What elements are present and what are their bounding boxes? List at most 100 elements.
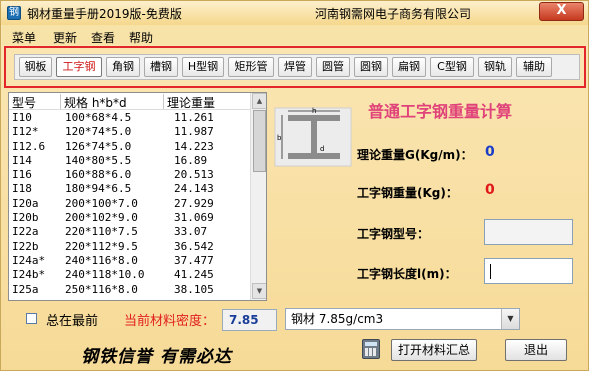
always-on-top-checkbox[interactable] [26,313,37,324]
diagram-label-h: h [312,107,316,115]
table-row[interactable]: I10 100*68*4.5 11.261 [9,111,250,125]
scroll-thumb[interactable] [253,110,266,172]
slogan: 钢铁信誉 有需必达 [81,347,232,367]
table-row[interactable]: I22a 220*110*7.5 33.07 [9,225,250,239]
cell-spec: 120*74*5.0 [65,125,132,139]
diagram-label-d: d [320,145,324,153]
cell-spec: 140*80*5.5 [65,153,132,167]
cell-model: I14 [12,153,32,167]
cell-spec: 160*88*6.0 [65,168,132,182]
tab-angle-steel[interactable]: 角钢 [106,57,140,77]
menu-item-help[interactable]: 帮助 [129,29,153,46]
cell-weight: 14.223 [174,139,214,153]
cell-model: I24b* [12,268,46,282]
tab-channel-steel[interactable]: 槽钢 [144,57,178,77]
cell-spec: 180*94*6.5 [65,182,132,196]
material-select[interactable]: 钢材 7.85g/cm3 ▼ [285,308,520,330]
chevron-down-icon[interactable]: ▼ [501,309,519,329]
tab-i-beam[interactable]: 工字钢 [56,57,102,77]
calc-panel: 普通工字钢重量计算 h b d 理论重量G(Kg/m)： 0 工字钢重量(Kg)… [271,89,586,304]
cell-spec: 200*100*7.0 [65,196,138,210]
cell-spec: 220*110*7.5 [65,225,138,239]
steel-type-tab-frame: 钢板 工字钢 角钢 槽钢 H型钢 矩形管 焊管 圆管 圆钢 扁钢 C型钢 钢轨 … [4,46,586,88]
always-on-top-label[interactable]: 总在最前 [46,310,98,329]
tab-rect-tube[interactable]: 矩形管 [228,57,274,77]
table-row[interactable]: I24b* 240*118*10.0 41.245 [9,268,250,282]
tab-c-steel[interactable]: C型钢 [430,57,474,77]
close-button[interactable]: X [539,2,584,21]
density-value: 7.85 [222,309,277,331]
cell-weight: 31.069 [174,211,214,225]
scroll-down-icon[interactable]: ▼ [252,283,266,299]
calc-title: 普通工字钢重量计算 [368,102,513,121]
tab-steel-rail[interactable]: 钢轨 [478,57,512,77]
tab-h-beam[interactable]: H型钢 [182,57,224,77]
theory-weight-label: 理论重量G(Kg/m)： [357,148,473,162]
list-header: 型号 规格 h*b*d 理论重量 [9,93,250,110]
cell-model: I16 [12,168,32,182]
cell-model: I12.6 [12,139,46,153]
cell-weight: 41.245 [174,268,214,282]
total-weight-value: 0 [485,182,495,198]
text-caret [490,264,491,279]
cell-model: I10 [12,111,32,124]
cell-weight: 38.105 [174,282,214,296]
tab-auxiliary[interactable]: 辅助 [516,57,552,77]
open-summary-button[interactable]: 打开材料汇总 [391,339,477,361]
table-row[interactable]: I14 140*80*5.5 16.89 [9,154,250,168]
list-scrollbar[interactable]: ▲ ▼ [250,93,266,300]
model-label: 工字钢型号： [357,227,430,241]
cell-model: I24a* [12,253,46,267]
cell-spec: 240*118*10.0 [65,268,145,282]
table-row[interactable]: I20a 200*100*7.0 27.929 [9,197,250,211]
cell-weight: 11.261 [174,111,214,124]
cell-model: I12* [12,125,39,139]
title-bar: 钢 钢材重量手册2019版-免费版 河南钢需网电子商务有限公司 X [1,1,588,25]
cell-model: I20a [12,196,39,210]
menu-item-menu[interactable]: 菜单 [12,29,36,46]
exit-button[interactable]: 退出 [505,339,567,361]
cell-spec: 240*116*8.0 [65,253,138,267]
cell-weight: 24.143 [174,182,214,196]
table-row[interactable]: I16 160*88*6.0 20.513 [9,168,250,182]
cell-weight: 36.542 [174,239,214,253]
cell-spec: 220*112*9.5 [65,239,138,253]
cell-model: I22b [12,239,39,253]
cell-model: I25a [12,282,39,296]
cell-weight: 27.929 [174,196,214,210]
cell-weight: 11.987 [174,125,214,139]
cell-weight: 20.513 [174,168,214,182]
diagram-label-b: b [277,134,282,142]
spec-list[interactable]: 型号 规格 h*b*d 理论重量 I10 100*68*4.5 11.261 I12*… [8,92,267,301]
cell-model: I20b [12,211,39,225]
calculator-icon[interactable] [362,339,380,359]
menu-item-update[interactable]: 更新 [53,29,77,46]
cell-model: I18 [12,182,32,196]
scroll-up-icon[interactable]: ▲ [252,93,266,109]
tab-round-pipe[interactable]: 圆管 [316,57,350,77]
length-input[interactable] [484,258,573,284]
cell-spec: 126*74*5.0 [65,139,132,153]
column-header-model[interactable]: 型号 [9,94,61,110]
cell-weight: 37.477 [174,253,214,267]
table-row[interactable]: I20b 200*102*9.0 31.069 [9,211,250,225]
column-header-weight[interactable]: 理论重量 [164,94,250,110]
total-weight-label: 工字钢重量(Kg)： [357,186,458,200]
model-field [484,219,573,245]
cell-spec: 200*102*9.0 [65,211,138,225]
list-body: I10 100*68*4.5 11.261 I12* 120*74*5.0 11.987 I… [9,111,250,297]
table-row[interactable]: I18 180*94*6.5 24.143 [9,182,250,196]
tab-steel-plate[interactable]: 钢板 [19,57,52,77]
tab-flat-bar[interactable]: 扁钢 [392,57,426,77]
menu-item-view[interactable]: 查看 [91,29,115,46]
window-title: 钢材重量手册2019版-免费版 [27,7,182,21]
table-row[interactable]: I25a 250*116*8.0 38.105 [9,283,250,297]
tab-welded-pipe[interactable]: 焊管 [278,57,312,77]
column-header-spec[interactable]: 规格 h*b*d [61,94,164,110]
table-row[interactable]: I12.6 126*74*5.0 14.223 [9,140,250,154]
app-window: 钢 钢材重量手册2019版-免费版 河南钢需网电子商务有限公司 X 菜单 更新 … [0,0,589,371]
table-row[interactable]: I24a* 240*116*8.0 37.477 [9,254,250,268]
table-row[interactable]: I22b 220*112*9.5 36.542 [9,240,250,254]
table-row[interactable]: I12* 120*74*5.0 11.987 [9,125,250,139]
tab-round-bar[interactable]: 圆钢 [354,57,388,77]
